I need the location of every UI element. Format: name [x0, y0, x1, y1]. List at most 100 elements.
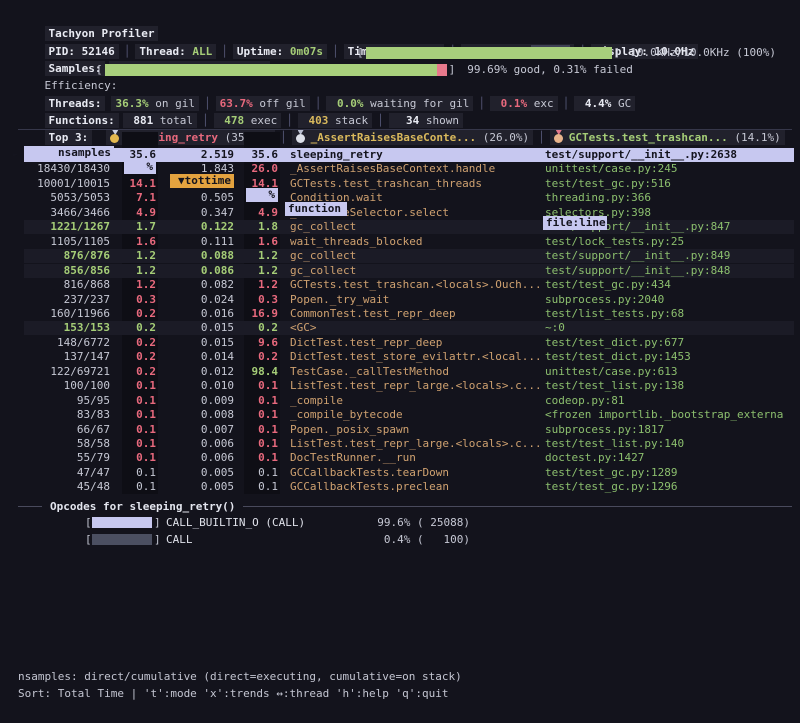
table-row[interactable]: 876/8761.20.0881.2gc_collecttest/support… [24, 249, 794, 263]
cell-nsamples: 58/58 [24, 437, 110, 451]
cell-pct-cumulative: 0.1 [246, 423, 278, 437]
table-row[interactable]: 45/480.10.0050.1GCCallbackTests.preclean… [24, 480, 794, 494]
cell-file-line: test/support/__init__.py:848 [545, 264, 794, 278]
cell-nsamples: 153/153 [24, 321, 110, 335]
table-row[interactable]: 3466/34664.90.3474.9_PollLikeSelector.se… [24, 206, 794, 220]
footer-help-line2: Sort: Total Time | 't':mode 'x':trends ↔… [18, 686, 794, 702]
cell-pct-cumulative: 16.9 [246, 307, 278, 321]
opcodes-section-header: Opcodes for sleeping_retry() [18, 498, 792, 514]
cell-pct-direct: 0.1 [124, 480, 156, 494]
table-row[interactable]: 100/1000.10.0100.1ListTest.test_repr_lar… [24, 379, 794, 393]
cell-function: gc_collect [290, 220, 544, 234]
function-table: nsamples % ▼tottime % function file:line… [0, 132, 800, 496]
table-row[interactable]: 122/697210.20.01298.4TestCase._callTestM… [24, 365, 794, 379]
cell-file-line: test/test_dict.py:677 [545, 336, 794, 350]
table-row[interactable]: 66/670.10.0070.1Popen._posix_spawnsubpro… [24, 423, 794, 437]
table-row[interactable]: 1105/11051.60.1111.6wait_threads_blocked… [24, 235, 794, 249]
table-row[interactable]: 47/470.10.0050.1GCCallbackTests.tearDown… [24, 466, 794, 480]
samples-rate-bar [366, 47, 612, 59]
cell-tottime: 0.006 [158, 451, 234, 465]
column-header-tottime-sorted[interactable]: ▼tottime [170, 174, 234, 188]
cell-nsamples: 816/868 [24, 278, 110, 292]
cell-pct-direct: 0.1 [124, 379, 156, 393]
cell-tottime: 0.005 [158, 480, 234, 494]
cell-file-line: <frozen importlib._bootstrap_externa [545, 408, 794, 422]
samples-line: Samples:71038 total (10000.4/s) []10.0KH… [18, 43, 794, 60]
cell-function: TestCase._callTestMethod [290, 365, 544, 379]
cell-function: Popen._posix_spawn [290, 423, 544, 437]
cell-nsamples: 47/47 [24, 466, 110, 480]
cell-nsamples: 83/83 [24, 408, 110, 422]
cell-tottime: 0.008 [158, 408, 234, 422]
table-row[interactable]: 10001/1001514.11.00014.1GCTests.test_tra… [24, 177, 794, 191]
cell-file-line: ~:0 [545, 321, 794, 335]
cell-file-line: test/list_tests.py:68 [545, 307, 794, 321]
table-row[interactable]: 856/8561.20.0861.2gc_collecttest/support… [24, 264, 794, 278]
cell-function: GCCallbackTests.preclean [290, 480, 544, 494]
cell-tottime: 2.519 [158, 148, 234, 162]
opcode-row: []CALL0.4% ( 100) [18, 532, 794, 547]
samples-bar-group: []10.0KHz/10.0KHz (100%) [357, 44, 776, 61]
table-row[interactable]: 816/8681.20.0821.2GCTests.test_trashcan.… [24, 278, 794, 292]
table-row[interactable]: 58/580.10.0060.1ListTest.test_repr_large… [24, 437, 794, 451]
cell-nsamples: 148/6772 [24, 336, 110, 350]
opcode-bar [92, 517, 152, 528]
table-row[interactable]: 95/950.10.0090.1_compilecodeop.py:81 [24, 394, 794, 408]
opcode-bar [92, 534, 152, 545]
cell-pct-direct: 4.9 [124, 206, 156, 220]
table-row[interactable]: 148/67720.20.0159.6DictTest.test_repr_de… [24, 336, 794, 350]
cell-nsamples: 237/237 [24, 293, 110, 307]
cell-tottime: 0.024 [158, 293, 234, 307]
cell-pct-direct: 0.1 [124, 423, 156, 437]
cell-function: _compile [290, 394, 544, 408]
cell-pct-direct: 0.2 [124, 350, 156, 364]
cell-pct-direct: 0.1 [124, 451, 156, 465]
cell-pct-cumulative: 0.1 [246, 451, 278, 465]
selection-arrow-icon [13, 264, 23, 278]
cell-file-line: unittest/case.py:245 [545, 162, 794, 176]
column-header-file-line[interactable]: file:line [543, 216, 607, 230]
cell-tottime: 0.006 [158, 437, 234, 451]
selection-arrow-icon [13, 480, 23, 494]
table-row[interactable]: 5053/50537.10.5057.1Condition.waitthread… [24, 191, 794, 205]
selection-arrow-icon [13, 423, 23, 437]
cell-tottime: 0.007 [158, 423, 234, 437]
efficiency-bar [105, 64, 447, 76]
table-row[interactable]: 160/119660.20.01616.9CommonTest.test_rep… [24, 307, 794, 321]
table-row[interactable]: 83/830.10.0080.1_compile_bytecode<frozen… [24, 408, 794, 422]
opcodes-title: Opcodes for sleeping_retry() [50, 500, 235, 513]
cell-nsamples: 876/876 [24, 249, 110, 263]
cell-nsamples: 45/48 [24, 480, 110, 494]
footer-help-line1: nsamples: direct/cumulative (direct=exec… [18, 669, 794, 685]
cell-nsamples: 66/67 [24, 423, 110, 437]
cell-pct-cumulative: 1.2 [246, 264, 278, 278]
selection-arrow-icon [13, 365, 23, 379]
table-row[interactable]: 237/2370.30.0240.3Popen._try_waitsubproc… [24, 293, 794, 307]
cell-nsamples: 100/100 [24, 379, 110, 393]
table-row[interactable]: 55/790.10.0060.1DocTestRunner.__rundocte… [24, 451, 794, 465]
terminal-window: Tachyon Profiler PID: 52146│Thread: ALL│… [0, 0, 800, 723]
efficiency-bar-group: []99.69% good, 0.31% failed [96, 61, 633, 78]
cell-tottime: 0.111 [158, 235, 234, 249]
cell-pct-cumulative: 35.6 [246, 148, 278, 162]
column-header-pct-direct[interactable]: % [124, 160, 156, 174]
cell-pct-cumulative: 0.2 [246, 321, 278, 335]
table-row[interactable]: 1221/12671.70.1221.8gc_collecttest/suppo… [24, 220, 794, 234]
dash-line [18, 506, 42, 507]
column-header-nsamples[interactable]: nsamples [24, 146, 114, 160]
cell-function: Popen._try_wait [290, 293, 544, 307]
cell-tottime: 0.005 [158, 466, 234, 480]
selection-arrow-icon [13, 437, 23, 451]
selection-arrow-icon [13, 336, 23, 350]
cell-pct-cumulative: 0.1 [246, 437, 278, 451]
table-row[interactable]: 137/1470.20.0140.2DictTest.test_store_ev… [24, 350, 794, 364]
column-header-function[interactable]: function [285, 202, 347, 216]
cell-function: DocTestRunner.__run [290, 451, 544, 465]
cell-nsamples: 95/95 [24, 394, 110, 408]
dash-line [243, 506, 792, 507]
table-row[interactable]: 153/1530.20.0150.2<GC>~:0 [24, 321, 794, 335]
selection-arrow-icon [13, 379, 23, 393]
column-header-pct-cumulative[interactable]: % [246, 188, 278, 202]
cell-function: sleeping_retry [290, 148, 544, 162]
cell-file-line: test/test_list.py:140 [545, 437, 794, 451]
